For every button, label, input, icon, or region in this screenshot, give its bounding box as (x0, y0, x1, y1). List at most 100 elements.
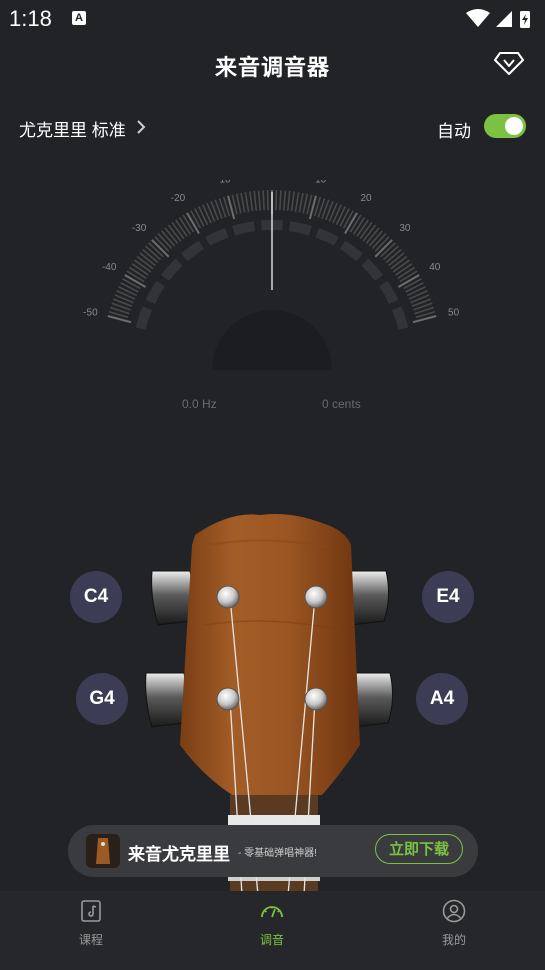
gauge-scale-label: -20 (171, 193, 186, 204)
string-e4-button[interactable]: E4 (422, 571, 474, 623)
string-g4-button[interactable]: G4 (76, 673, 128, 725)
gauge-tick (342, 210, 354, 229)
gauge-scale-label: -30 (132, 223, 147, 234)
ad-title: 来音尤克里里 (128, 845, 230, 864)
gauge-segment (315, 228, 339, 246)
status-time: 1:18 (9, 6, 52, 31)
gauge-segment (145, 280, 165, 305)
gauge-tick (190, 210, 202, 229)
gauge-tick (120, 282, 139, 293)
tuning-preset-label: 尤克里里 标准 (19, 121, 126, 140)
gauge-tick (202, 204, 212, 224)
ad-subtitle: - 零基础弹唱神器! (238, 848, 317, 859)
gauge-scale-label: -40 (102, 262, 117, 273)
gauge-scale-label: 40 (429, 262, 441, 273)
gauge-tick (282, 190, 287, 211)
gauge-tick (122, 278, 141, 290)
cents-gauge: -50-40-30-20-1001020304050 (83, 180, 460, 370)
gauge-scale-label: -50 (83, 307, 98, 318)
gauge-segment (361, 258, 384, 281)
gauge-tick (182, 214, 195, 233)
gauge-tick (178, 216, 191, 235)
gauge-tick (399, 270, 418, 283)
tuning-post-a4 (304, 687, 328, 711)
app-title: 来音调音器 (214, 55, 330, 80)
string-c4-button[interactable]: C4 (70, 571, 122, 623)
gauge-tick (349, 214, 362, 233)
nav-course[interactable]: 课程 (31, 891, 151, 970)
gauge-tick (128, 266, 147, 279)
notification-icon: A (72, 11, 86, 25)
gauge-segment (288, 221, 312, 236)
gauge-tick (249, 191, 254, 212)
tuning-post-c4 (216, 585, 240, 609)
gauge-tick (262, 190, 265, 211)
gauge-tick (266, 190, 269, 211)
nav-profile-label: 我的 (441, 933, 466, 947)
bottom-nav: 课程 调音 我的 (0, 891, 545, 970)
gauge-tick (294, 191, 300, 212)
course-icon (81, 900, 101, 922)
gauge-tick (126, 270, 145, 283)
nav-tuner-label: 调音 (259, 933, 284, 947)
gauge-tick (408, 290, 428, 300)
gauge-scale-label: 50 (448, 307, 460, 318)
gauge-tick (198, 206, 209, 225)
gauge-tick (257, 190, 262, 211)
chevron-right-icon (137, 120, 146, 134)
gauge-segment (232, 221, 256, 236)
app-icon (86, 834, 120, 868)
gauge-tick (194, 208, 205, 227)
gauge-tick (302, 193, 309, 214)
gauge-scale-label: -10 (216, 180, 231, 185)
tuner-icon (261, 906, 283, 918)
gauge-tick (332, 204, 342, 224)
signal-icon (496, 11, 512, 27)
vip-diamond-icon[interactable] (494, 50, 524, 76)
gauge-tick (275, 190, 278, 211)
gauge-tick (253, 190, 258, 211)
frequency-readout: 0.0 Hz (182, 397, 217, 411)
gauge-tick (335, 206, 346, 225)
tuning-preset-selector[interactable]: 尤克里里 标准 (0, 110, 160, 142)
nav-course-label: 课程 (78, 933, 103, 947)
toggle-knob (505, 117, 523, 135)
gauge-hub (212, 310, 332, 370)
gauge-tick (235, 193, 242, 214)
tuning-post-g4 (216, 687, 240, 711)
gauge-scale-label: 20 (360, 193, 372, 204)
gauge-tick (118, 286, 137, 297)
auto-label: 自动 (437, 122, 471, 141)
gauge-tick (403, 278, 422, 290)
gauge-tick (279, 190, 282, 211)
gauge-tick (353, 216, 366, 235)
gauge-segment (181, 240, 205, 262)
profile-icon (442, 899, 466, 923)
gauge-segment (160, 258, 183, 281)
ad-banner[interactable]: 来音尤克里里 - 零基础弹唱神器! 立即下载 (68, 825, 478, 877)
cents-readout: 0 cents (322, 397, 361, 411)
gauge-segment (205, 228, 229, 246)
gauge-segment (135, 306, 152, 330)
gauge-tick (407, 286, 426, 297)
gauge-segment (392, 306, 409, 330)
nav-tuner[interactable]: 调音 (212, 891, 332, 970)
wifi-icon (466, 9, 490, 27)
status-icons (466, 9, 530, 28)
gauge-tick (244, 191, 250, 212)
string-a4-button[interactable]: A4 (416, 673, 468, 725)
auto-toggle[interactable] (484, 114, 526, 138)
gauge-segment (339, 240, 363, 262)
headstock-wood (180, 514, 360, 795)
gauge-tick (290, 191, 295, 212)
gauge-tick (339, 208, 350, 227)
download-button[interactable]: 立即下载 (375, 834, 463, 864)
gauge-segment (379, 280, 399, 305)
gauge-scale-label: 30 (399, 223, 411, 234)
nav-profile[interactable]: 我的 (394, 891, 514, 970)
tuning-post-e4 (304, 585, 328, 609)
gauge-tick (298, 192, 304, 213)
gauge-tick (405, 282, 424, 293)
gauge-tick (240, 192, 246, 213)
gauge-tick (116, 290, 136, 300)
